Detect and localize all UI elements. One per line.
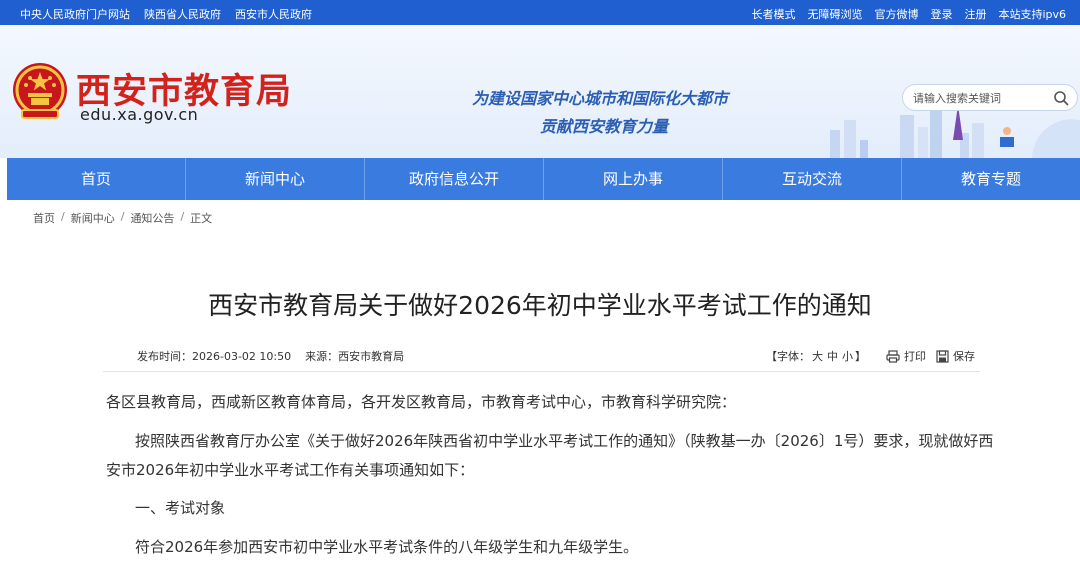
article-paragraph: 安市2026年初中学业水平考试工作有关事项通知如下： <box>106 461 475 479</box>
nav-item-education-topics[interactable]: 教育专题 <box>902 158 1080 200</box>
article-tools: 【字体：大中小】 打印 保存 <box>766 348 985 364</box>
font-size-medium-button[interactable]: 中 <box>827 350 838 363</box>
link-elder-mode[interactable]: 长者模式 <box>751 6 795 22</box>
ipv6-support-label: 本站支持ipv6 <box>998 8 1066 21</box>
font-size-prefix: 【字体： <box>766 350 810 363</box>
font-size-controls: 【字体：大中小】 <box>766 348 866 364</box>
nav-item-interaction[interactable]: 互动交流 <box>723 158 902 200</box>
breadcrumb-separator: / <box>120 210 125 223</box>
top-bar-right-links: 长者模式 无障碍浏览 官方微博 登录 注册 本站支持ipv6 <box>751 6 1066 22</box>
site-domain: edu.xa.gov.cn <box>80 105 199 124</box>
publish-time: 发布时间：2026-03-02 10:50 <box>137 350 292 363</box>
main-nav: 首页 新闻中心 政府信息公开 网上办事 互动交流 教育专题 <box>7 158 1080 200</box>
breadcrumb-notices[interactable]: 通知公告 <box>130 210 174 226</box>
print-label: 打印 <box>904 350 926 363</box>
font-size-small-button[interactable]: 小 <box>842 350 853 363</box>
nav-item-home[interactable]: 首页 <box>7 158 186 200</box>
save-icon <box>936 349 949 363</box>
breadcrumb-separator: / <box>61 210 65 223</box>
save-button[interactable]: 保存 <box>936 348 975 364</box>
article-title: 西安市教育局关于做好2026年初中学业水平考试工作的通知 <box>208 291 872 320</box>
link-xian-gov[interactable]: 西安市人民政府 <box>235 6 312 22</box>
national-emblem-icon <box>13 63 67 119</box>
search-input[interactable] <box>913 89 1048 107</box>
link-accessibility[interactable]: 无障碍浏览 <box>807 6 862 22</box>
search-box <box>902 84 1078 111</box>
nav-item-online-services[interactable]: 网上办事 <box>544 158 723 200</box>
article-source: 来源：西安市教育局 <box>305 350 405 363</box>
article-section-heading: 一、考试对象 <box>135 499 226 517</box>
article-paragraph: 各区县教育局，西咸新区教育体育局，各开发区教育局，市教育考试中心，市教育科学研究… <box>106 393 737 411</box>
printer-icon <box>886 349 900 363</box>
top-bar-left-links: 中央人民政府门户网站 陕西省人民政府 西安市人民政府 <box>20 6 312 22</box>
site-header: 西安市教育局 edu.xa.gov.cn 为建设国家中心城市和国际化大都市 贡献… <box>0 25 1080 158</box>
link-register[interactable]: 注册 <box>964 6 986 22</box>
nav-item-news[interactable]: 新闻中心 <box>186 158 365 200</box>
breadcrumb-separator: / <box>180 210 185 223</box>
font-size-suffix: 】 <box>855 350 866 363</box>
print-button[interactable]: 打印 <box>886 348 926 364</box>
link-central-gov[interactable]: 中央人民政府门户网站 <box>20 6 130 22</box>
font-size-large-button[interactable]: 大 <box>812 350 823 363</box>
slogan-line-2: 贡献西安教育力量 <box>540 117 669 136</box>
top-bar: 中央人民政府门户网站 陕西省人民政府 西安市人民政府 长者模式 无障碍浏览 官方… <box>0 0 1080 25</box>
nav-item-gov-info[interactable]: 政府信息公开 <box>365 158 544 200</box>
breadcrumb: 首页 / 新闻中心 / 通知公告 / 正文 <box>33 210 212 226</box>
slogan-line-1: 为建设国家中心城市和国际化大都市 <box>472 89 729 108</box>
save-label: 保存 <box>953 350 975 363</box>
article-meta: 发布时间：2026-03-02 10:50 来源：西安市教育局 <box>137 348 404 364</box>
breadcrumb-current: 正文 <box>190 212 213 225</box>
link-official-weibo[interactable]: 官方微博 <box>874 6 918 22</box>
link-shaanxi-gov[interactable]: 陕西省人民政府 <box>144 6 221 22</box>
article-paragraph: 按照陕西省教育厅办公室《关于做好2026年陕西省初中学业水平考试工作的通知》（陕… <box>135 432 994 450</box>
meta-divider <box>103 371 980 372</box>
breadcrumb-news[interactable]: 新闻中心 <box>71 210 115 226</box>
breadcrumb-home[interactable]: 首页 <box>33 210 55 226</box>
article-paragraph: 符合2026年参加西安市初中学业水平考试条件的八年级学生和九年级学生。 <box>135 538 639 556</box>
search-icon[interactable] <box>1053 90 1069 106</box>
link-login[interactable]: 登录 <box>930 6 952 22</box>
